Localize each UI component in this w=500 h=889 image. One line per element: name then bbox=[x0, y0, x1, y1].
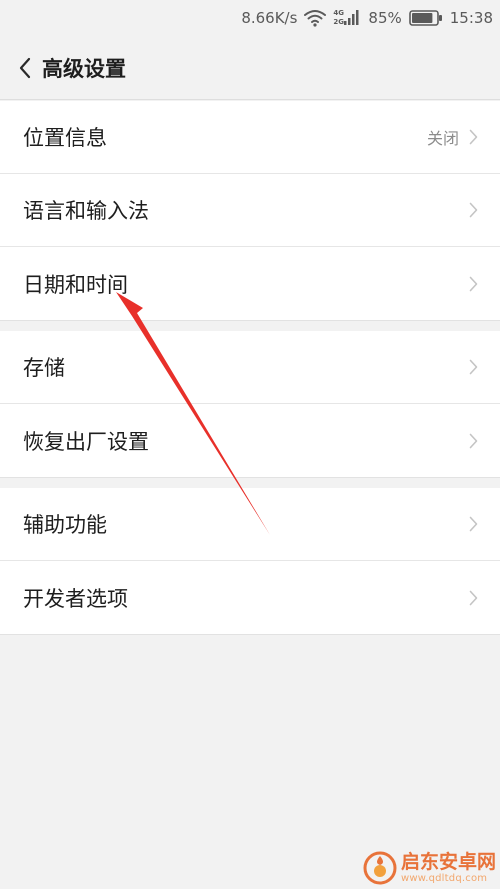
setting-item-location[interactable]: 位置信息 关闭 bbox=[0, 101, 500, 174]
battery-icon bbox=[408, 10, 443, 26]
setting-item-label: 语言和输入法 bbox=[23, 199, 149, 223]
setting-item-label: 日期和时间 bbox=[23, 272, 128, 297]
chevron-right-icon bbox=[469, 590, 478, 606]
setting-item-label: 辅助功能 bbox=[23, 513, 107, 537]
setting-item-label: 开发者选项 bbox=[23, 586, 128, 611]
clock: 15:38 bbox=[449, 9, 493, 27]
app-header: 高级设置 bbox=[0, 36, 500, 100]
signal-icon: 4G 2G bbox=[333, 9, 361, 27]
setting-item-value: 关闭 bbox=[426, 129, 459, 148]
setting-item-developer-options[interactable]: 开发者选项 bbox=[0, 561, 500, 634]
setting-item-label: 恢复出厂设置 bbox=[23, 429, 149, 454]
setting-item-language-input[interactable]: 语言和输入法 bbox=[0, 174, 500, 247]
back-button[interactable] bbox=[0, 36, 32, 99]
setting-item-label: 位置信息 bbox=[23, 126, 107, 150]
chevron-right-icon bbox=[469, 202, 478, 218]
watermark: 启东安卓网 www.qdltdq.com bbox=[363, 851, 496, 885]
setting-item-date-time[interactable]: 日期和时间 bbox=[0, 247, 500, 320]
setting-item-accessibility[interactable]: 辅助功能 bbox=[0, 488, 500, 561]
network-speed: 8.66K/s bbox=[241, 9, 298, 27]
wifi-icon bbox=[304, 9, 327, 27]
watermark-logo-icon bbox=[363, 851, 397, 885]
page-title: 高级设置 bbox=[42, 56, 126, 81]
settings-group: 位置信息 关闭 语言和输入法 日期和时间 bbox=[0, 101, 500, 321]
settings-group: 辅助功能 开发者选项 bbox=[0, 488, 500, 635]
chevron-right-icon bbox=[469, 276, 478, 292]
chevron-right-icon bbox=[469, 433, 478, 449]
network-type-tag: 4G bbox=[333, 9, 345, 17]
settings-group: 存储 恢复出厂设置 bbox=[0, 331, 500, 478]
setting-item-factory-reset[interactable]: 恢复出厂设置 bbox=[0, 404, 500, 477]
status-bar: 8.66K/s 4G 2G 85% 15:38 bbox=[0, 0, 500, 36]
setting-item-label: 存储 bbox=[23, 356, 65, 380]
battery-percent: 85% bbox=[368, 9, 402, 27]
network-type-tag: 2G bbox=[333, 18, 345, 26]
chevron-right-icon bbox=[469, 516, 478, 532]
watermark-name: 启东安卓网 bbox=[400, 851, 496, 874]
chevron-right-icon bbox=[469, 129, 478, 145]
chevron-right-icon bbox=[469, 359, 478, 375]
watermark-url: www.qdltdq.com bbox=[400, 872, 488, 884]
chevron-left-icon bbox=[18, 57, 32, 79]
setting-item-storage[interactable]: 存储 bbox=[0, 331, 500, 404]
